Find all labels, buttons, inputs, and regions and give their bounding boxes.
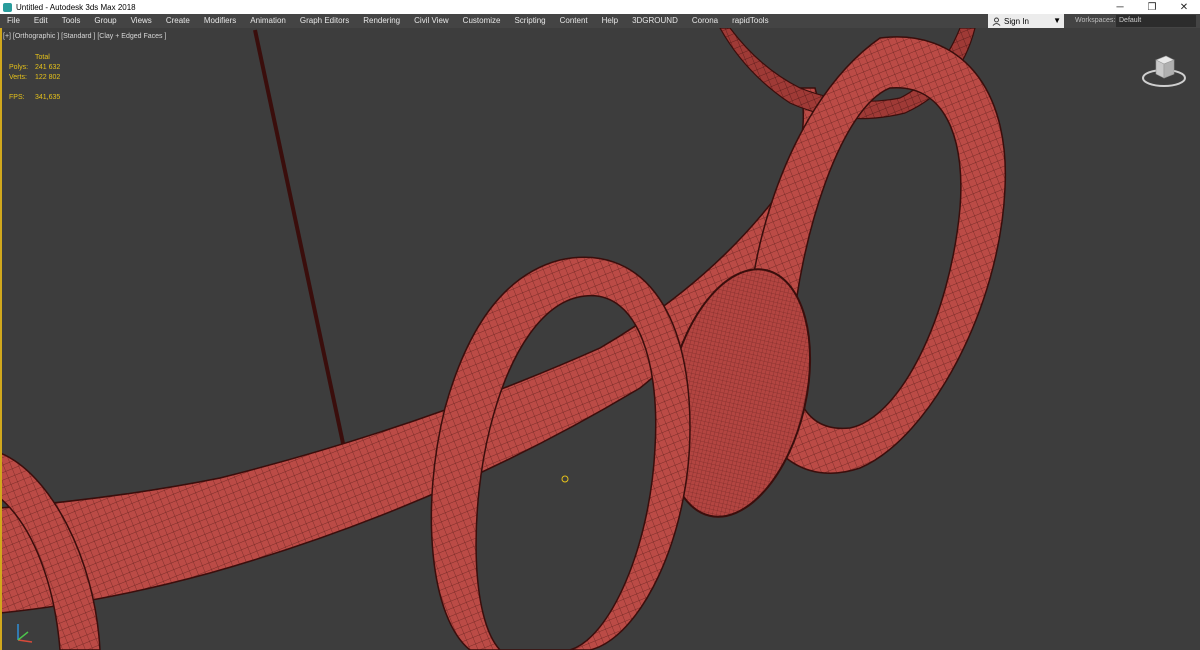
- stats-verts-label: Verts:: [9, 74, 27, 81]
- menu-customize[interactable]: Customize: [456, 14, 508, 28]
- title-bar: Untitled - Autodesk 3ds Max 2018 ─ ❐ ✕: [0, 0, 1200, 14]
- axis-tripod-icon: [17, 624, 33, 643]
- menu-3dground[interactable]: 3DGROUND: [625, 14, 685, 28]
- menu-scripting[interactable]: Scripting: [507, 14, 552, 28]
- stats-polys-value: 241 632: [35, 64, 61, 71]
- pivot-marker: [561, 475, 569, 483]
- stats-total-header: Total: [35, 54, 50, 61]
- close-button[interactable]: ✕: [1168, 0, 1200, 14]
- window-controls: ─ ❐ ✕: [1104, 0, 1200, 14]
- menu-rapidtools[interactable]: rapidTools: [725, 14, 775, 28]
- menu-group[interactable]: Group: [87, 14, 123, 28]
- stats-fps-value: 341,635: [35, 94, 61, 101]
- menu-civil-view[interactable]: Civil View: [407, 14, 456, 28]
- viewport-orthographic[interactable]: [+] [Orthographic ] [Standard ] [Clay + …: [0, 28, 1200, 650]
- sign-in-label: Sign In: [1004, 16, 1029, 26]
- sign-in-dropdown[interactable]: Sign In ▼: [988, 14, 1064, 28]
- workspaces-select[interactable]: Default: [1116, 15, 1196, 27]
- menu-modifiers[interactable]: Modifiers: [197, 14, 243, 28]
- menu-tools[interactable]: Tools: [55, 14, 88, 28]
- caret-down-icon: ▼: [1053, 16, 1061, 25]
- viewport-label[interactable]: [+] [Orthographic ] [Standard ] [Clay + …: [3, 33, 166, 40]
- window-title: Untitled - Autodesk 3ds Max 2018: [16, 2, 136, 12]
- scene-canvas[interactable]: [0, 28, 1200, 650]
- menu-content[interactable]: Content: [553, 14, 595, 28]
- 3ds-max-icon: [3, 2, 12, 12]
- viewcube-icon[interactable]: [1140, 50, 1188, 90]
- suspension-wire[interactable]: [253, 29, 350, 462]
- menu-file[interactable]: File: [0, 14, 27, 28]
- stats-fps-label: FPS:: [9, 94, 25, 101]
- menu-views[interactable]: Views: [124, 14, 159, 28]
- user-icon: [992, 17, 1001, 26]
- restore-button[interactable]: ❐: [1136, 0, 1168, 14]
- menu-help[interactable]: Help: [595, 14, 625, 28]
- workspaces-label: Workspaces:: [1075, 17, 1116, 24]
- menu-animation[interactable]: Animation: [243, 14, 293, 28]
- menu-graph-editors[interactable]: Graph Editors: [293, 14, 356, 28]
- stats-polys-label: Polys:: [9, 64, 29, 71]
- stats-verts-value: 122 802: [35, 74, 61, 81]
- ring-center[interactable]: [430, 256, 691, 650]
- menu-rendering[interactable]: Rendering: [356, 14, 407, 28]
- menu-create[interactable]: Create: [159, 14, 197, 28]
- minimize-button[interactable]: ─: [1104, 0, 1136, 14]
- menu-corona[interactable]: Corona: [685, 14, 725, 28]
- menu-edit[interactable]: Edit: [27, 14, 55, 28]
